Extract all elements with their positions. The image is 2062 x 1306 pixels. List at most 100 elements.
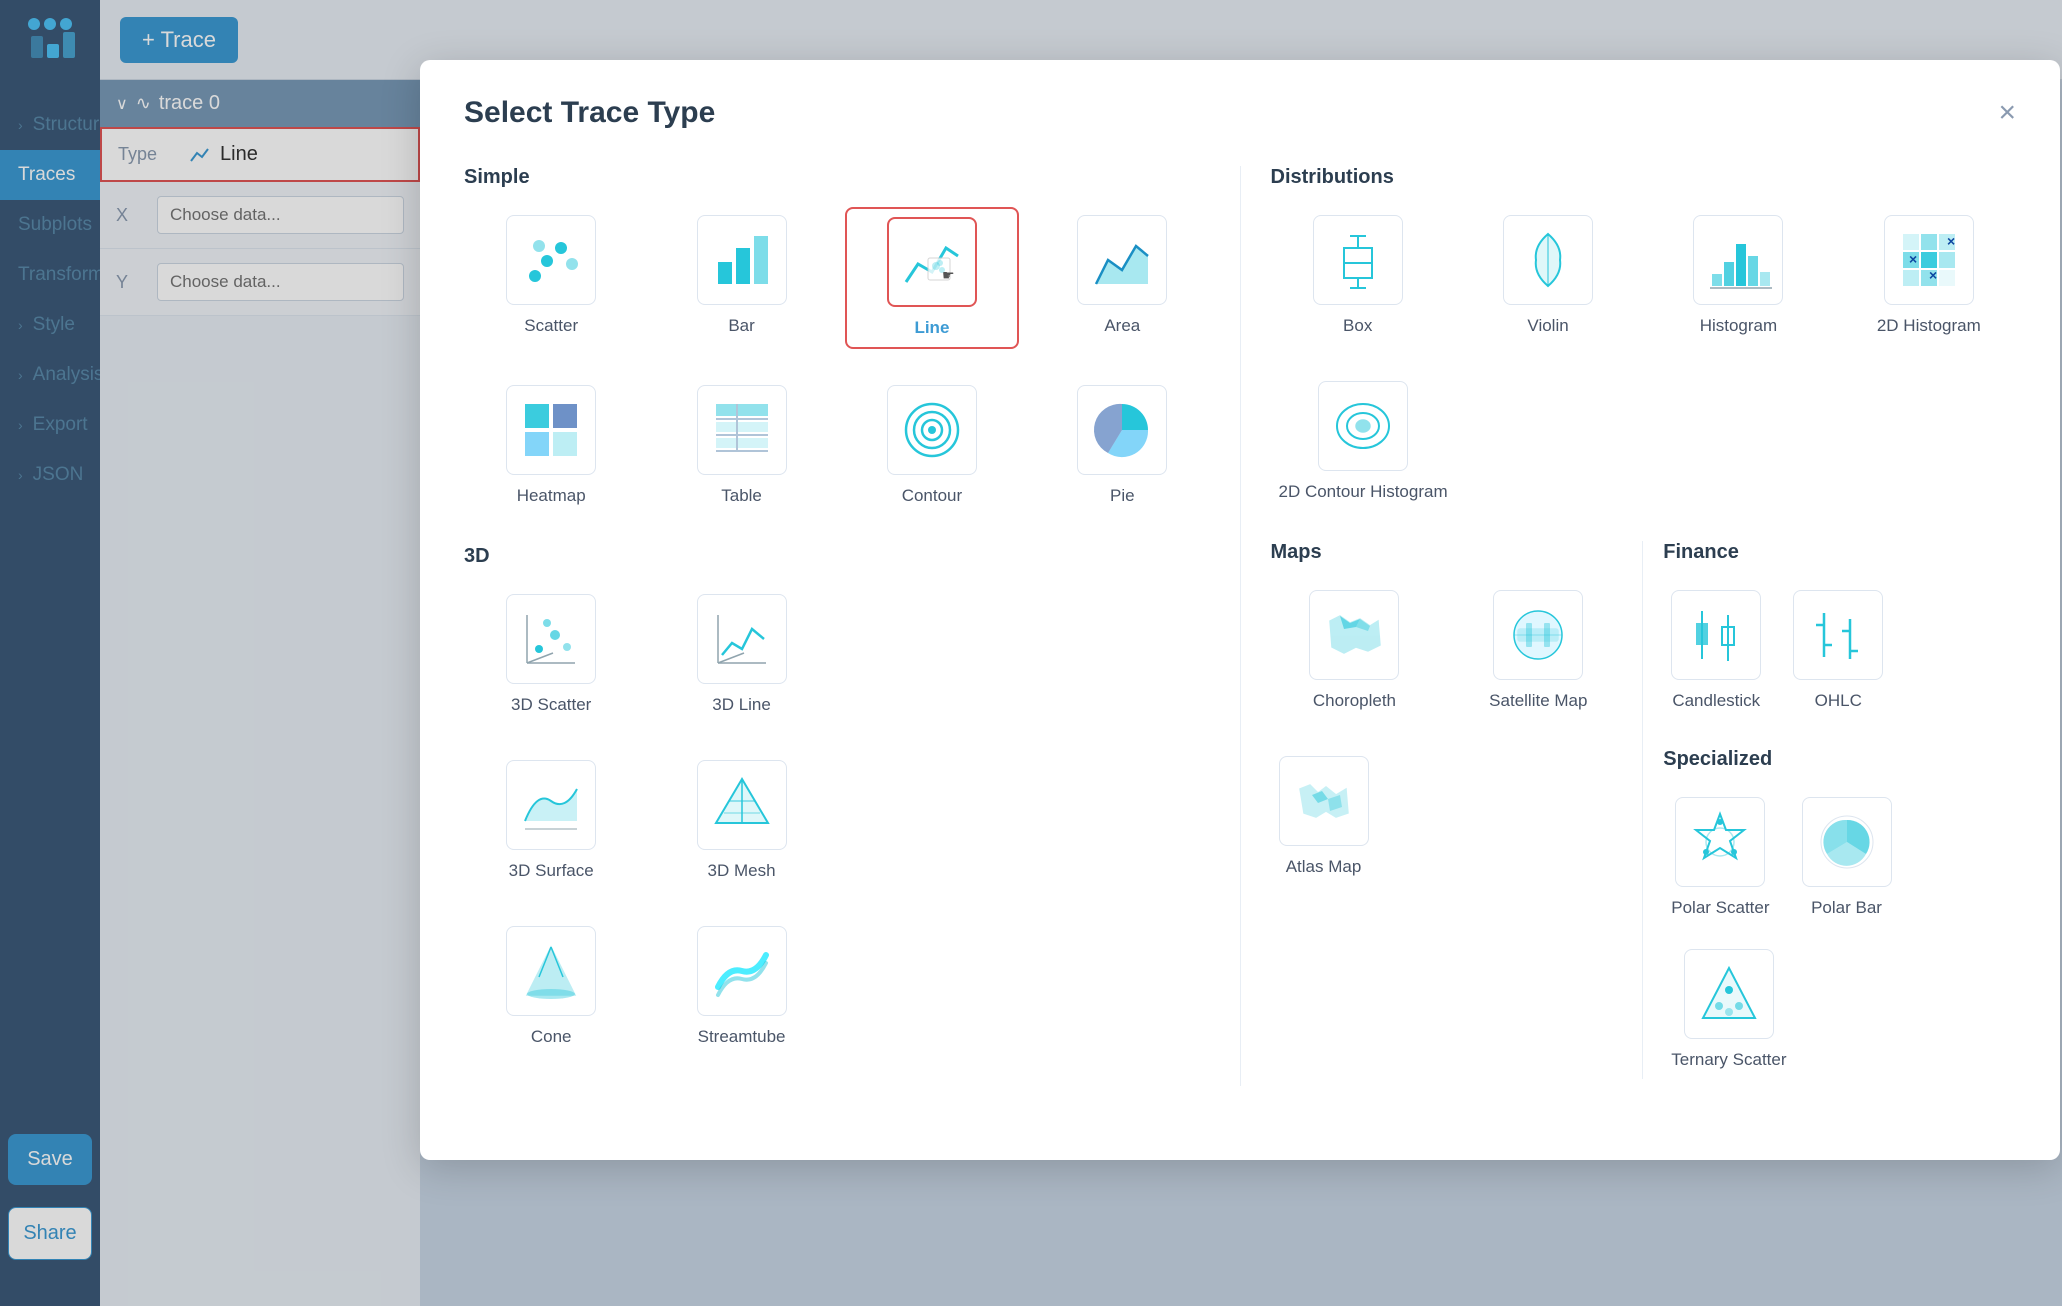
- specialized-row2: Ternary Scatter: [1663, 941, 2016, 1079]
- trace-item-polar-bar[interactable]: Polar Bar: [1794, 789, 1900, 927]
- area-label: Area: [1104, 315, 1140, 337]
- polar-bar-label: Polar Bar: [1811, 897, 1882, 919]
- trace-item-polar-scatter[interactable]: Polar Scatter: [1663, 789, 1777, 927]
- line-icon-box: ☛: [887, 217, 977, 307]
- trace-item-ternary-scatter[interactable]: Ternary Scatter: [1663, 941, 1794, 1079]
- modal-close-button[interactable]: ×: [1998, 98, 2016, 128]
- contour-icon-box: [887, 385, 977, 475]
- trace-item-choropleth[interactable]: Choropleth: [1271, 582, 1439, 720]
- contour-label: Contour: [902, 485, 962, 507]
- choropleth-icon-box: [1309, 590, 1399, 680]
- simple-title: Simple: [464, 166, 1210, 189]
- table-icon-box: [697, 385, 787, 475]
- box-label: Box: [1343, 315, 1372, 337]
- trace-item-histogram[interactable]: Histogram: [1651, 207, 1825, 345]
- svg-text:×: ×: [1909, 251, 1917, 267]
- ohlc-label: OHLC: [1815, 690, 1862, 712]
- 3d-mesh-icon-box: [697, 760, 787, 850]
- bar-label: Bar: [728, 315, 754, 337]
- candlestick-icon-box: [1671, 590, 1761, 680]
- 2d-contour-histogram-icon-box: [1318, 381, 1408, 471]
- polar-scatter-label: Polar Scatter: [1671, 897, 1769, 919]
- 3d-line-icon-box: [697, 594, 787, 684]
- trace-item-heatmap[interactable]: Heatmap: [464, 377, 638, 515]
- modal-title: Select Trace Type: [464, 96, 715, 130]
- 3d-row1: 3D Scatter 3D Line: [464, 586, 1210, 724]
- trace-item-3d-mesh[interactable]: 3D Mesh: [654, 752, 828, 890]
- trace-item-2d-histogram[interactable]: × × × 2D Histogram: [1842, 207, 2016, 345]
- ternary-scatter-label: Ternary Scatter: [1671, 1049, 1786, 1071]
- choropleth-label: Choropleth: [1313, 690, 1396, 712]
- trace-item-streamtube[interactable]: Streamtube: [654, 918, 828, 1056]
- finance-row: Candlestick: [1663, 582, 2016, 720]
- modal-body: Simple: [464, 166, 2016, 1086]
- trace-item-3d-surface[interactable]: 3D Surface: [464, 752, 638, 890]
- 2d-histogram-icon-box: × × ×: [1884, 215, 1974, 305]
- trace-item-cone[interactable]: Cone: [464, 918, 638, 1056]
- specialized-section: Specialized: [1663, 748, 2016, 1079]
- svg-text:☛: ☛: [942, 267, 955, 283]
- atlas-map-label: Atlas Map: [1286, 856, 1362, 878]
- specialized-title: Specialized: [1663, 748, 2016, 771]
- maps-title: Maps: [1271, 541, 1623, 564]
- trace-item-ohlc[interactable]: OHLC: [1785, 582, 1891, 720]
- pie-icon-box: [1077, 385, 1167, 475]
- trace-item-atlas-map[interactable]: Atlas Map: [1271, 748, 1377, 886]
- heatmap-icon-box: [506, 385, 596, 475]
- maps-row2: Atlas Map: [1271, 748, 1623, 886]
- 3d-scatter-label: 3D Scatter: [511, 694, 591, 716]
- bottom-sections: Maps Choropleth: [1271, 541, 2017, 1079]
- trace-item-scatter[interactable]: Scatter: [464, 207, 638, 349]
- svg-text:×: ×: [1947, 233, 1955, 249]
- trace-item-box[interactable]: Box: [1271, 207, 1445, 345]
- histogram-label: Histogram: [1700, 315, 1777, 337]
- svg-text:×: ×: [1929, 267, 1937, 283]
- cone-label: Cone: [531, 1026, 572, 1048]
- simple-row1: Scatter Bar: [464, 207, 1210, 349]
- table-label: Table: [721, 485, 762, 507]
- atlas-map-icon-box: [1279, 756, 1369, 846]
- candlestick-label: Candlestick: [1672, 690, 1760, 712]
- ohlc-icon-box: [1793, 590, 1883, 680]
- simple-row2: Heatmap: [464, 377, 1210, 515]
- trace-item-violin[interactable]: Violin: [1461, 207, 1635, 345]
- trace-item-bar[interactable]: Bar: [654, 207, 828, 349]
- 3d-row2: 3D Surface 3D Mesh: [464, 752, 1210, 890]
- trace-item-pie[interactable]: Pie: [1035, 377, 1209, 515]
- trace-item-candlestick[interactable]: Candlestick: [1663, 582, 1769, 720]
- maps-section: Maps Choropleth: [1271, 541, 1644, 1079]
- 3d-section: 3D: [464, 545, 1210, 1056]
- trace-item-contour[interactable]: Contour: [845, 377, 1019, 515]
- heatmap-label: Heatmap: [517, 485, 586, 507]
- modal-right-col: Distributions: [1240, 166, 2017, 1086]
- finance-specialized-col: Finance: [1643, 541, 2016, 1079]
- distributions-title: Distributions: [1271, 166, 2017, 189]
- polar-bar-icon-box: [1802, 797, 1892, 887]
- 2d-contour-histogram-label: 2D Contour Histogram: [1279, 481, 1448, 503]
- satellite-map-icon-box: [1493, 590, 1583, 680]
- trace-item-3d-scatter[interactable]: 3D Scatter: [464, 586, 638, 724]
- 2d-histogram-label: 2D Histogram: [1877, 315, 1981, 337]
- trace-item-table[interactable]: Table: [654, 377, 828, 515]
- trace-item-area[interactable]: Area: [1035, 207, 1209, 349]
- 3d-scatter-icon-box: [506, 594, 596, 684]
- histogram-icon-box: [1693, 215, 1783, 305]
- line-label: Line: [914, 317, 949, 339]
- streamtube-label: Streamtube: [698, 1026, 786, 1048]
- bar-icon-box: [697, 215, 787, 305]
- streamtube-icon-box: [697, 926, 787, 1016]
- 3d-surface-icon-box: [506, 760, 596, 850]
- 3d-mesh-label: 3D Mesh: [708, 860, 776, 882]
- trace-item-2d-contour-histogram[interactable]: 2D Contour Histogram: [1271, 373, 1456, 511]
- distributions-row1: Box Violin: [1271, 207, 2017, 345]
- modal-left-col: Simple: [464, 166, 1240, 1086]
- trace-item-line[interactable]: ☛ Line: [845, 207, 1019, 349]
- 3d-line-label: 3D Line: [712, 694, 771, 716]
- polar-scatter-icon-box: [1675, 797, 1765, 887]
- satellite-map-label: Satellite Map: [1489, 690, 1587, 712]
- specialized-row: Polar Scatter: [1663, 789, 2016, 927]
- trace-item-3d-line[interactable]: 3D Line: [654, 586, 828, 724]
- modal-header: Select Trace Type ×: [464, 96, 2016, 130]
- scatter-icon-box: [506, 215, 596, 305]
- trace-item-satellite-map[interactable]: Satellite Map: [1454, 582, 1622, 720]
